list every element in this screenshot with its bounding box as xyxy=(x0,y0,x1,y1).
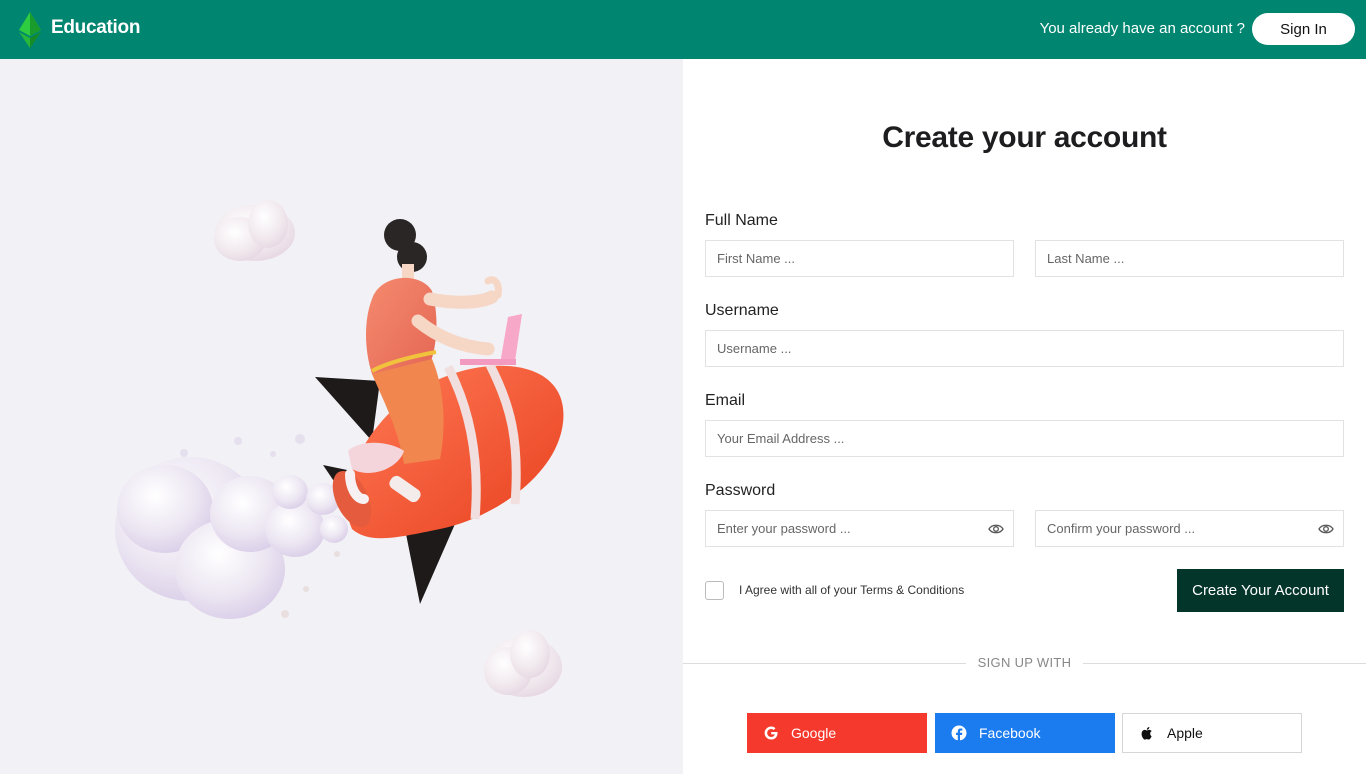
password-input[interactable] xyxy=(705,510,1014,547)
exhaust-cloud xyxy=(115,434,348,619)
facebook-label: Facebook xyxy=(979,725,1041,741)
create-account-button[interactable]: Create Your Account xyxy=(1177,569,1344,612)
apple-icon xyxy=(1141,727,1152,740)
eye-icon[interactable] xyxy=(1318,523,1334,535)
apple-label: Apple xyxy=(1167,725,1203,741)
password-label: Password xyxy=(705,482,776,499)
username-input[interactable] xyxy=(705,330,1344,367)
google-label: Google xyxy=(791,725,837,741)
apple-signup-button[interactable]: Apple xyxy=(1122,713,1302,753)
email-input[interactable] xyxy=(705,420,1344,457)
illustration-panel xyxy=(0,59,683,774)
google-icon xyxy=(764,726,778,740)
emerald-logo-icon[interactable] xyxy=(16,12,44,48)
last-name-input[interactable] xyxy=(1035,240,1344,277)
small-cloud xyxy=(214,200,295,261)
top-bar: Education You already have an account ? … xyxy=(0,0,1366,59)
facebook-signup-button[interactable]: Facebook xyxy=(935,713,1115,753)
first-name-input[interactable] xyxy=(705,240,1014,277)
have-account-text: You already have an account ? xyxy=(1039,20,1245,37)
terms-label: I Agree with all of your Terms & Conditi… xyxy=(739,583,965,597)
terms-checkbox[interactable] xyxy=(705,581,724,600)
confirm-password-input[interactable] xyxy=(1035,510,1344,547)
sign-in-button[interactable]: Sign In xyxy=(1252,13,1355,45)
facebook-icon xyxy=(951,725,967,741)
small-cloud xyxy=(484,630,562,697)
email-label: Email xyxy=(705,392,746,409)
full-name-label: Full Name xyxy=(705,212,778,229)
sign-up-with-label: SIGN UP WITH xyxy=(965,655,1084,670)
username-label: Username xyxy=(705,302,779,319)
rocket-illustration xyxy=(115,200,564,697)
brand-name[interactable]: Education xyxy=(51,17,140,39)
google-signup-button[interactable]: Google xyxy=(747,713,927,753)
page-title: Create your account xyxy=(882,121,1167,154)
eye-icon[interactable] xyxy=(988,523,1004,535)
